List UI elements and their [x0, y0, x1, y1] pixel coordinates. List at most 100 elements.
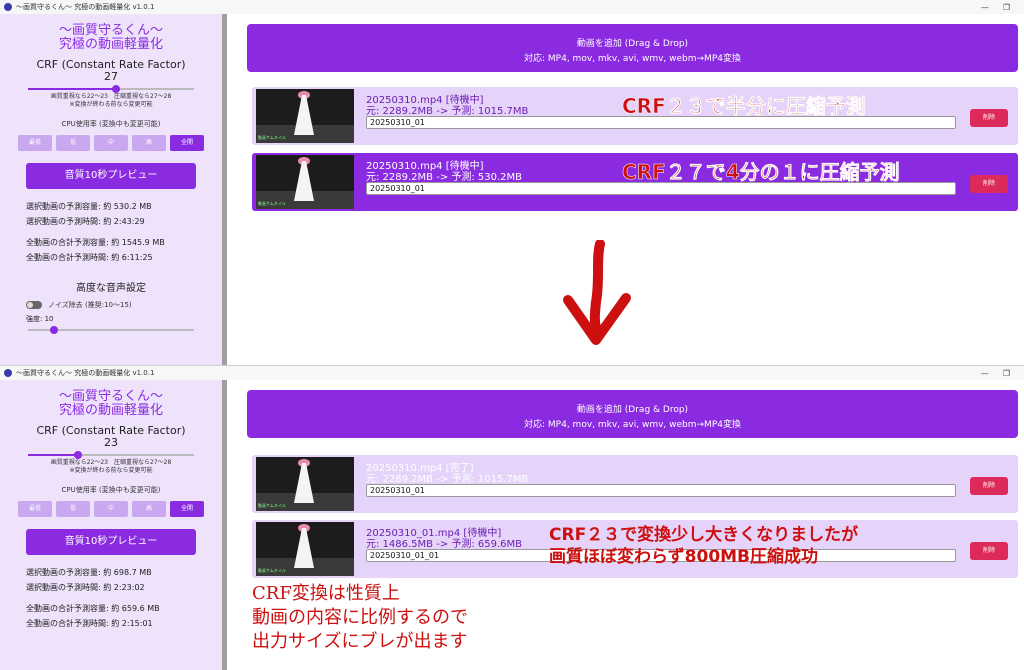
file-item[interactable]: 動画サムネイル 20250310.mp4 [完了] 元: 2289.2MB ->…	[252, 455, 1018, 513]
drop-zone-title: 動画を追加 (Drag & Drop)	[576, 39, 689, 49]
thumbnail-caption: 動画サムネイル	[258, 135, 286, 140]
cpu-option-high[interactable]: 高	[132, 501, 166, 517]
noise-toggle-row: ノイズ除去 (推奨:10～15)	[0, 300, 222, 310]
drop-zone-formats: 対応: MP4, mov, mkv, avi, wmv, webm→MP4変換	[524, 420, 741, 430]
minimize-icon[interactable]: —	[981, 369, 989, 378]
settings-sidebar: ～画質守るくん～ 究極の動画軽量化 CRF (Constant Rate Fac…	[0, 380, 222, 670]
crf-value: 23	[104, 436, 118, 449]
cpu-option-lowest[interactable]: 最低	[18, 135, 52, 151]
total-time: 全動画の合計予測時間: 約 6:11:25	[26, 253, 153, 262]
total-size: 全動画の合計予測容量: 約 1545.9 MB	[26, 238, 165, 247]
app-icon	[4, 369, 12, 377]
window-title: ～画質守るくん～ 究極の動画軽量化 v1.0.1	[16, 3, 155, 11]
drop-zone-formats: 対応: MP4, mov, mkv, avi, wmv, webm→MP4変換	[524, 54, 741, 64]
crf-hint: 画質重視なら22～23 圧縮重視なら27～28	[50, 459, 172, 466]
video-thumbnail: 動画サムネイル	[256, 457, 354, 511]
screenshot-before: ～画質守るくん～ 究極の動画軽量化 v1.0.1 — ❐ ～画質守るくん～ 究極…	[0, 0, 1024, 365]
cpu-option-mid[interactable]: 中	[94, 135, 128, 151]
app-icon	[4, 3, 12, 11]
file-size: 元: 2289.2MB -> 予測: 530.2MB	[366, 172, 523, 183]
maximize-icon[interactable]: ❐	[1003, 3, 1010, 12]
output-name-field[interactable]: 20250310_01	[366, 484, 956, 497]
strength-label: 強度: 10	[26, 315, 54, 323]
crf-slider-knob[interactable]	[73, 451, 82, 459]
cpu-option-low[interactable]: 低	[56, 135, 90, 151]
delete-button[interactable]: 削除	[970, 477, 1008, 495]
screenshot-after: ～画質守るくん～ 究極の動画軽量化 v1.0.1 — ❐ ～画質守るくん～ 究極…	[0, 365, 1024, 670]
crf-slider[interactable]	[28, 451, 194, 459]
video-thumbnail: 動画サムネイル	[256, 89, 354, 143]
crf-hint-note: ※変換が終わる前なら変更可能	[69, 467, 153, 474]
cpu-options: 最低 低 中 高 全開	[0, 135, 222, 151]
selected-time: 選択動画の予測時間: 約 2:23:02	[26, 583, 145, 592]
strength-slider[interactable]	[28, 326, 194, 334]
annotation-result: CRF２３で変換少し大きくなりましたが 画質ほぼ変わらず800MB圧縮成功	[549, 524, 858, 568]
window-title: ～画質守るくん～ 究極の動画軽量化 v1.0.1	[16, 369, 155, 377]
cpu-label: CPU使用率 (変換中も変更可能)	[61, 486, 161, 494]
minimize-icon[interactable]: —	[981, 3, 989, 12]
file-size: 元: 2289.2MB -> 予測: 1015.7MB	[366, 474, 529, 485]
crf-slider-fill	[28, 454, 78, 456]
file-size: 元: 1486.5MB -> 予測: 659.6MB	[366, 539, 523, 550]
cpu-option-full[interactable]: 全開	[170, 135, 204, 151]
window-controls: — ❐	[981, 369, 1024, 378]
window-titlebar: ～画質守るくん～ 究極の動画軽量化 v1.0.1 — ❐	[0, 366, 1024, 380]
thumbnail-caption: 動画サムネイル	[258, 568, 286, 573]
annotation-crf23: CRF２３で半分に圧縮予測	[622, 94, 866, 119]
settings-sidebar: ～画質守るくん～ 究極の動画軽量化 CRF (Constant Rate Fac…	[0, 14, 222, 365]
cpu-option-full[interactable]: 全開	[170, 501, 204, 517]
app-title: ～画質守るくん～ 究極の動画軽量化	[0, 390, 222, 418]
annotation-result-line2: 画質ほぼ変わらず800MB圧縮成功	[549, 547, 819, 567]
cpu-label: CPU使用率 (変換中も変更可能)	[61, 120, 161, 128]
maximize-icon[interactable]: ❐	[1003, 369, 1010, 378]
app-title-line1: ～画質守るくん～	[58, 389, 163, 404]
noise-toggle[interactable]	[26, 301, 42, 309]
selected-size: 選択動画の予測容量: 約 530.2 MB	[26, 202, 152, 211]
audio-preview-button[interactable]: 音質10秒プレビュー	[26, 163, 196, 189]
crf-hint: 画質重視なら22～23 圧縮重視なら27～28	[50, 93, 172, 100]
video-thumbnail: 動画サムネイル	[256, 522, 354, 576]
prediction-stats: 選択動画の予測容量: 約 698.7 MB 選択動画の予測時間: 約 2:23:…	[0, 565, 222, 631]
app-title-line2: 究極の動画軽量化	[58, 37, 163, 52]
crf-slider-fill	[28, 88, 116, 90]
annotation-note-line3: 出力サイズにブレが出ます	[252, 631, 468, 652]
cpu-option-mid[interactable]: 中	[94, 501, 128, 517]
selected-size: 選択動画の予測容量: 約 698.7 MB	[26, 568, 152, 577]
audio-settings-title: 高度な音声設定	[76, 283, 146, 294]
window-titlebar: ～画質守るくん～ 究極の動画軽量化 v1.0.1 — ❐	[0, 0, 1024, 14]
audio-preview-button[interactable]: 音質10秒プレビュー	[26, 529, 196, 555]
prediction-stats: 選択動画の予測容量: 約 530.2 MB 選択動画の予測時間: 約 2:43:…	[0, 199, 222, 265]
cpu-option-low[interactable]: 低	[56, 501, 90, 517]
crf-value: 27	[104, 70, 118, 83]
thumbnail-caption: 動画サムネイル	[258, 503, 286, 508]
video-thumbnail: 動画サムネイル	[256, 155, 354, 209]
cpu-option-high[interactable]: 高	[132, 135, 166, 151]
cpu-option-lowest[interactable]: 最低	[18, 501, 52, 517]
app-title: ～画質守るくん～ 究極の動画軽量化	[0, 24, 222, 52]
selected-time: 選択動画の予測時間: 約 2:43:29	[26, 217, 145, 226]
delete-button[interactable]: 削除	[970, 542, 1008, 560]
annotation-note-line1: CRF変換は性質上	[252, 583, 400, 604]
strength-slider-knob[interactable]	[50, 326, 58, 334]
annotation-crf27: CRF２７で4分の１に圧縮予測	[622, 160, 900, 185]
annotation-result-line1: CRF２３で変換少し大きくなりましたが	[549, 525, 859, 545]
down-arrow-icon	[563, 240, 631, 345]
drop-zone-title: 動画を追加 (Drag & Drop)	[576, 405, 689, 415]
crf-hint-note: ※変換が終わる前なら変更可能	[69, 101, 153, 108]
window-controls: — ❐	[981, 3, 1024, 12]
crf-slider-knob[interactable]	[111, 85, 120, 93]
delete-button[interactable]: 削除	[970, 109, 1008, 127]
app-title-line2: 究極の動画軽量化	[58, 403, 163, 418]
total-time: 全動画の合計予測時間: 約 2:15:01	[26, 619, 153, 628]
thumbnail-caption: 動画サムネイル	[258, 201, 286, 206]
file-size: 元: 2289.2MB -> 予測: 1015.7MB	[366, 106, 529, 117]
app-title-line1: ～画質守るくん～	[58, 23, 163, 38]
annotation-note: CRF変換は性質上 動画の内容に比例するので 出力サイズにブレが出ます	[252, 582, 468, 654]
total-size: 全動画の合計予測容量: 約 659.6 MB	[26, 604, 160, 613]
drop-zone[interactable]: 動画を追加 (Drag & Drop) 対応: MP4, mov, mkv, a…	[247, 24, 1018, 72]
crf-slider[interactable]	[28, 85, 194, 93]
delete-button[interactable]: 削除	[970, 175, 1008, 193]
cpu-options: 最低 低 中 高 全開	[0, 501, 222, 517]
annotation-note-line2: 動画の内容に比例するので	[252, 607, 468, 628]
drop-zone[interactable]: 動画を追加 (Drag & Drop) 対応: MP4, mov, mkv, a…	[247, 390, 1018, 438]
